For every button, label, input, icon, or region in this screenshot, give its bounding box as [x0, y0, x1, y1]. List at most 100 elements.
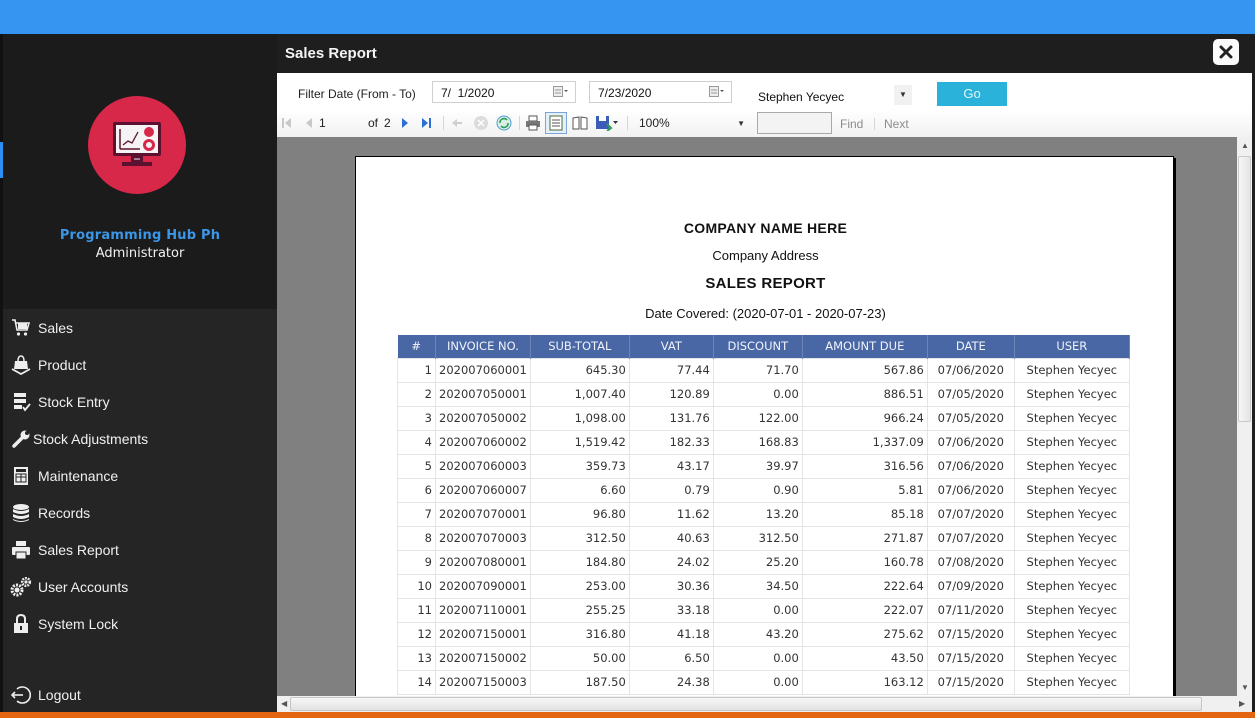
find-link[interactable]: Find [840, 117, 863, 131]
sidebar: Programming Hub Ph Administrator Sales P… [3, 34, 277, 712]
wrench-icon [7, 428, 35, 450]
main-panel: Sales Report Filter Date (From - To) 7/ … [277, 34, 1255, 712]
zoom-select[interactable]: 100% ▼ [635, 114, 745, 132]
sub-total-cell: 253.00 [529, 573, 630, 599]
column-header: # [397, 335, 436, 358]
scroll-right-icon[interactable]: ▶ [1239, 699, 1245, 708]
of-label: of [368, 116, 379, 130]
export-icon[interactable] [594, 114, 620, 132]
table-body: 1 202007060001 645.30 77.44 71.70 567.86 07/06… [397, 357, 1130, 695]
row-number-cell: 13 [397, 645, 436, 671]
table-row: 2 202007050001 1,007.40 120.89 0.00 886.51 07/… [397, 381, 1130, 407]
invoice-no-cell: 202007060001 [435, 357, 531, 383]
toolbar-separator [443, 116, 444, 130]
sidebar-item-system-lock[interactable]: System Lock [3, 605, 277, 642]
vertical-scroll-thumb[interactable] [1238, 156, 1251, 422]
amount-due-cell: 222.07 [801, 597, 928, 623]
date-from-picker[interactable]: 7/ 1/2020 [432, 81, 576, 103]
horizontal-scroll-thumb[interactable] [290, 697, 1202, 711]
vat-cell: 33.18 [628, 597, 714, 623]
print-layout-icon[interactable] [545, 112, 567, 134]
invoice-no-cell: 202007060003 [435, 453, 531, 479]
row-number-cell: 3 [397, 405, 436, 431]
sub-total-cell: 316.80 [529, 621, 630, 647]
close-button[interactable] [1213, 39, 1239, 65]
invoice-no-cell: 202007060002 [435, 429, 531, 455]
company-name: COMPANY NAME HERE [683, 220, 848, 236]
previous-page-icon[interactable] [302, 114, 316, 132]
last-page-icon[interactable] [420, 114, 434, 132]
discount-cell: 34.50 [712, 573, 803, 599]
row-number-cell: 12 [397, 621, 436, 647]
sidebar-item-records[interactable]: Records [3, 494, 277, 531]
invoice-no-cell: 202007060007 [435, 477, 531, 503]
user-cell: Stephen Yecyec [1013, 429, 1130, 455]
print-icon[interactable] [524, 114, 542, 132]
scroll-up-icon[interactable]: ▲ [1241, 141, 1249, 150]
bottom-accent-bar [0, 712, 1255, 718]
sidebar-item-label: Stock Entry [38, 393, 110, 410]
back-icon[interactable] [450, 114, 464, 132]
scroll-left-icon[interactable]: ◀ [281, 699, 287, 708]
sidebar-item-label: Records [38, 504, 91, 521]
sidebar-item-sales-report[interactable]: Sales Report [3, 531, 277, 568]
date-cell: 07/06/2020 [926, 453, 1015, 479]
logout-button[interactable]: Logout [3, 676, 277, 713]
user-cell: Stephen Yecyec [1013, 645, 1130, 671]
user-cell: Stephen Yecyec [1013, 381, 1130, 407]
date-cell: 07/08/2020 [926, 549, 1015, 575]
horizontal-scrollbar[interactable]: ◀ ▶ [277, 696, 1252, 712]
vat-cell: 120.89 [628, 381, 714, 407]
user-cell: Stephen Yecyec [1013, 453, 1130, 479]
sidebar-item-label: Sales [38, 319, 74, 336]
total-pages: 2 [384, 116, 391, 130]
sidebar-item-sales[interactable]: Sales [3, 309, 277, 346]
vat-cell: 77.44 [628, 357, 714, 383]
date-to-picker[interactable]: 7/23/2020 [589, 81, 732, 103]
sidebar-item-stock-entry[interactable]: Stock Entry [3, 383, 277, 420]
next-link[interactable]: Next [884, 117, 909, 131]
invoice-no-cell: 202007050002 [435, 405, 531, 431]
refresh-icon[interactable] [495, 114, 513, 132]
lock-icon [7, 613, 35, 635]
sidebar-item-product[interactable]: Product [3, 346, 277, 383]
current-page-input[interactable]: 1 [319, 114, 359, 132]
row-number-cell: 8 [397, 525, 436, 551]
scroll-down-icon[interactable]: ▼ [1241, 683, 1249, 692]
amount-due-cell: 160.78 [801, 549, 928, 575]
calendar-dropdown-icon[interactable] [553, 86, 569, 98]
sidebar-item-label: Product [38, 356, 87, 373]
amount-due-cell: 966.24 [801, 405, 928, 431]
report-viewer: Filter Date (From - To) 7/ 1/2020 7/23/2… [277, 73, 1252, 712]
sidebar-item-label: System Lock [38, 615, 119, 632]
sub-total-cell: 50.00 [529, 645, 630, 671]
toolbar-separator [519, 116, 520, 130]
first-page-icon[interactable] [280, 114, 294, 132]
invoice-no-cell: 202007150003 [435, 669, 531, 695]
sub-total-cell: 96.80 [529, 501, 630, 527]
next-page-icon[interactable] [399, 114, 411, 132]
vertical-scrollbar[interactable]: ▲ ▼ [1237, 137, 1252, 696]
sidebar-item-label: Stock Adjustments [33, 430, 149, 447]
stop-icon[interactable] [472, 114, 490, 132]
column-header: INVOICE NO. [435, 335, 531, 358]
vat-cell: 0.79 [628, 477, 714, 503]
server-check-icon [7, 391, 35, 413]
table-row: 10 202007090001 253.00 30.36 34.50 222.64 07/0… [397, 573, 1130, 599]
amount-due-cell: 271.87 [801, 525, 928, 551]
table-row: 4 202007060002 1,519.42 182.33 168.83 1,337.0… [397, 429, 1130, 455]
go-button[interactable]: Go [937, 82, 1007, 106]
toolbar-separator [627, 116, 628, 130]
calendar-dropdown-icon[interactable] [709, 86, 725, 98]
find-input[interactable] [757, 112, 832, 134]
amount-due-cell: 222.64 [801, 573, 928, 599]
date-cell: 07/05/2020 [926, 381, 1015, 407]
discount-cell: 0.00 [712, 597, 803, 623]
sidebar-item-maintenance[interactable]: Maintenance [3, 457, 277, 494]
chevron-down-icon[interactable]: ▼ [894, 85, 912, 105]
discount-cell: 0.90 [712, 477, 803, 503]
user-select[interactable]: Stephen Yecyec ▼ [752, 83, 912, 107]
sidebar-item-stock-adjustments[interactable]: Stock Adjustments [3, 420, 277, 457]
sidebar-item-user-accounts[interactable]: User Accounts [3, 568, 277, 605]
page-setup-icon[interactable] [571, 114, 589, 132]
